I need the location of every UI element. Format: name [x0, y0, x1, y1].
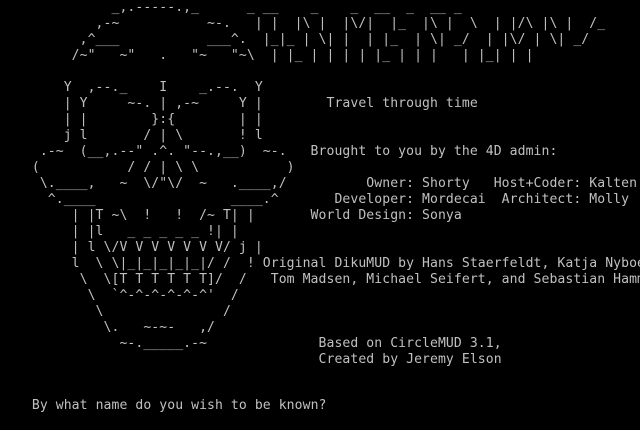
screen-line: | l \/V V V V V V V/ j | [0, 240, 263, 255]
screen-line: ,^___ ___^. |_|_ | \| | | |_ | \| _/ | |… [0, 32, 590, 47]
screen-line: l \ \|_|_|_|_|_|/ / ! Original DikuMUD b… [0, 256, 640, 271]
terminal-screen: _,.-----.,_ _ __ _ _ __ _ __ _ ,-~ ~-. |… [0, 0, 640, 414]
screen-line: _,.-----.,_ _ __ _ _ __ _ __ _ [0, 0, 470, 15]
screen-line: \.____, ~ \/"\/ ~ .____,/ Owner: Shorty … [0, 176, 638, 191]
screen-line: | |T ~\ ! ! /~ T| | World Design: Sonya [0, 208, 462, 223]
screen-line: Created by Jeremy Elson [0, 352, 502, 367]
screen-line: | | }:{ | | [0, 112, 263, 127]
screen-line: j l / | \ ! l [0, 128, 263, 143]
screen-line: | Y ~-. | ,-~ Y | Travel through time [0, 96, 478, 111]
screen-line: \ \[T T T T T T]/ / Tom Madsen, Michael … [0, 272, 640, 287]
screen-line: ( / / | \ \ ) [0, 160, 295, 175]
screen-line: ~-._____.-~ Based on CircleMUD 3.1, [0, 336, 502, 351]
login-prompt: By what name do you wish to be known? [0, 382, 635, 414]
screen-line: ,-~ ~-. | | |\ | |\/| |_ |\ | \ | |/\ |\… [0, 16, 606, 31]
login-prompt-label: By what name do you wish to be known? [31, 398, 327, 413]
screen-line: ^.____ ____.^ Developer: Mordecai Archit… [0, 192, 630, 207]
screen-line: \ / [0, 304, 231, 319]
screen-line: \ `^-^-^-^-^-^' / [0, 288, 239, 303]
screen-line: \. ~-~- ,/ [0, 320, 216, 335]
screen-line: | |l _ _ _ _ _ !| | [0, 224, 239, 239]
login-name-input[interactable] [334, 398, 635, 414]
screen-line: /~" ~" . "~ "~\ | |_ | | | | |_ | | | | … [0, 48, 542, 63]
screen-line: .-~ (__,.--" .^. "--.,__) ~-. Brought to… [0, 144, 558, 159]
screen-line: Y ,--._ I _.--. Y [0, 80, 263, 95]
